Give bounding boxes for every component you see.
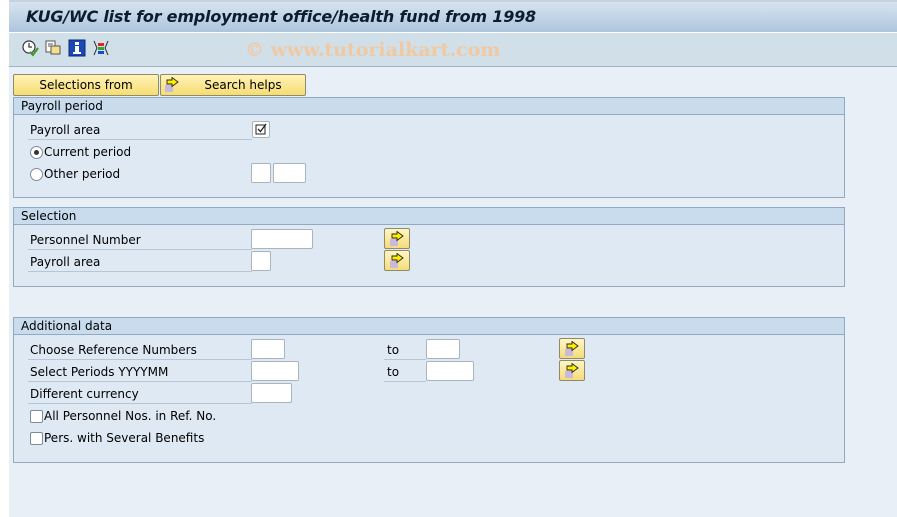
personnel-number-input[interactable] <box>251 229 313 249</box>
page-title: KUG/WC list for employment office/health… <box>26 7 536 26</box>
personnel-number-label: Personnel Number <box>30 233 141 247</box>
selection-header: Selection <box>14 208 844 225</box>
multiple-selection-icon <box>565 341 579 356</box>
multiple-selection-icon <box>565 363 579 378</box>
payroll-period-header: Payroll period <box>14 98 844 115</box>
label-underline <box>28 359 252 360</box>
all-personnel-label: All Personnel Nos. in Ref. No. <box>44 409 217 423</box>
search-helps-button[interactable]: Search helps <box>160 74 306 96</box>
reference-numbers-label: Choose Reference Numbers <box>30 343 197 357</box>
all-personnel-checkbox[interactable] <box>30 410 43 423</box>
label-underline <box>384 359 426 360</box>
label-underline <box>28 139 252 140</box>
payroll-area-label: Payroll area <box>30 123 101 137</box>
different-currency-label: Different currency <box>30 387 139 401</box>
reference-numbers-to-input[interactable] <box>426 339 460 359</box>
selection-options-icon[interactable] <box>92 39 110 57</box>
label-underline <box>28 249 252 250</box>
select-periods-to-label: to <box>387 365 400 379</box>
other-period-label: Other period <box>44 167 121 181</box>
select-periods-to-input[interactable] <box>426 361 474 381</box>
checkmark-icon <box>255 123 267 135</box>
program-info-icon[interactable] <box>68 39 86 57</box>
payroll-area-label: Payroll area <box>30 255 101 269</box>
reference-numbers-to-label: to <box>387 343 400 357</box>
execute-icon[interactable] <box>21 39 39 57</box>
label-underline <box>28 271 252 272</box>
select-periods-multiple-selection-button[interactable] <box>559 360 585 381</box>
payroll-area-checkbox[interactable] <box>252 121 270 138</box>
other-period-field-2[interactable] <box>273 163 306 183</box>
payroll-area-input[interactable] <box>251 251 271 271</box>
reference-numbers-multiple-selection-button[interactable] <box>559 338 585 359</box>
reference-numbers-from-input[interactable] <box>251 339 285 359</box>
application-toolbar: © www.tutorialkart.com <box>9 33 897 67</box>
multiple-selection-icon <box>165 77 179 92</box>
select-periods-label: Select Periods YYYYMM <box>30 365 169 379</box>
selection-group: Selection Personnel Number Payroll area <box>13 207 845 287</box>
payroll-area-multiple-selection-button[interactable] <box>384 250 410 271</box>
selections-from-button[interactable]: Selections from <box>13 74 159 96</box>
additional-data-header: Additional data <box>14 318 844 335</box>
several-benefits-checkbox[interactable] <box>30 432 43 445</box>
select-periods-from-input[interactable] <box>251 361 299 381</box>
title-bar: KUG/WC list for employment office/health… <box>9 0 897 33</box>
multiple-selection-icon <box>390 253 404 268</box>
personnel-number-multiple-selection-button[interactable] <box>384 228 410 249</box>
watermark: © www.tutorialkart.com <box>245 39 501 61</box>
current-period-radio[interactable] <box>30 146 43 159</box>
search-helps-label: Search helps <box>204 78 282 92</box>
get-variant-icon[interactable] <box>44 39 62 57</box>
label-underline <box>384 381 426 382</box>
label-underline <box>28 381 252 382</box>
multiple-selection-icon <box>390 231 404 246</box>
additional-data-group: Additional data Choose Reference Numbers… <box>13 317 845 463</box>
payroll-period-group: Payroll period Payroll area Current peri… <box>13 97 845 198</box>
different-currency-input[interactable] <box>251 383 292 403</box>
current-period-label: Current period <box>44 145 132 159</box>
other-period-radio[interactable] <box>30 168 43 181</box>
other-period-field-1[interactable] <box>251 163 271 183</box>
several-benefits-label: Pers. with Several Benefits <box>44 431 205 445</box>
window-left-edge <box>0 0 9 517</box>
label-underline <box>28 403 252 404</box>
